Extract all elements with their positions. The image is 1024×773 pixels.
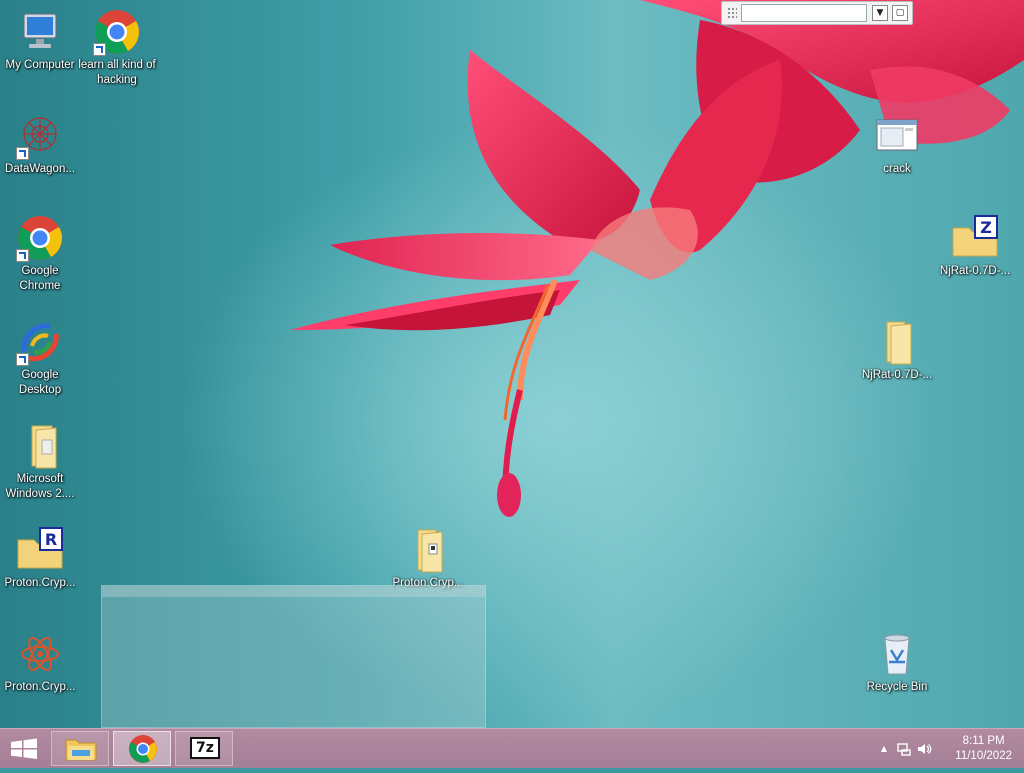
shortcut-arrow-icon <box>16 147 29 160</box>
desktop-icon-proton-crypter-folder[interactable]: Proton.Cryp... <box>388 526 468 591</box>
shortcut-arrow-icon <box>93 43 106 56</box>
desktop-icon-njrat-folder[interactable]: NjRat-0.7D-... <box>857 318 937 383</box>
desktop-icon-crack[interactable]: crack <box>857 112 937 177</box>
icon-label: DataWagon... <box>5 163 75 175</box>
shortcut-arrow-icon <box>16 249 29 262</box>
toolbar-address-input[interactable] <box>741 4 867 22</box>
folder-icon <box>31 425 57 469</box>
start-button[interactable] <box>0 729 48 769</box>
network-icon[interactable] <box>896 741 912 757</box>
desktop-icon-proton-crypter-rar[interactable]: R Proton.Cryp... <box>0 526 80 591</box>
translucent-window[interactable] <box>101 585 486 728</box>
speaker-icon <box>918 744 932 754</box>
icon-label: learn all kind of hacking <box>78 59 156 86</box>
icon-label: Recycle Bin <box>866 681 928 693</box>
clock-date: 11/10/2022 <box>955 750 1012 762</box>
taskbar-file-explorer[interactable] <box>51 731 109 766</box>
icon-label: Microsoft Windows 2.... <box>5 473 75 500</box>
folder-icon <box>65 739 97 761</box>
7zip-icon: 7z <box>190 737 220 759</box>
recycle-bin-icon <box>884 634 910 675</box>
speaker-icon[interactable] <box>916 741 932 757</box>
atom-icon <box>21 637 59 671</box>
chrome-icon <box>129 735 157 763</box>
desktop-icon-recycle-bin[interactable]: Recycle Bin <box>857 630 937 695</box>
taskbar-clock[interactable]: 8:11 PM 11/10/2022 <box>955 734 1012 764</box>
show-hidden-icons-chevron-icon[interactable]: ▲ <box>876 741 892 757</box>
system-tray: ▲ 8:11 PM 11/10/2022 <box>864 729 1024 769</box>
taskbar-7zip[interactable]: 7z <box>175 731 233 766</box>
taskbar: 7z ▲ 8:11 PM 11/10/2022 <box>0 728 1024 768</box>
folder-icon <box>886 321 912 365</box>
icon-label: NjRat-0.7D-... <box>939 265 1011 277</box>
floating-address-toolbar[interactable]: ▼ ▢ <box>721 1 913 25</box>
desktop-icon-njrat-zip[interactable]: Z NjRat-0.7D-... <box>935 214 1015 279</box>
desktop-icon-my-computer[interactable]: My Computer <box>0 8 80 73</box>
winrar-archive-icon: R <box>17 527 63 569</box>
icon-label: Proton.Cryp... <box>4 577 76 589</box>
desktop-icon-datawagon[interactable]: DataWagon... <box>0 112 80 177</box>
desktop-icon-google-chrome[interactable]: Google Chrome <box>0 214 80 294</box>
icon-label: My Computer <box>5 59 75 71</box>
svg-text:Z: Z <box>980 218 992 237</box>
clock-time: 8:11 PM <box>962 735 1005 747</box>
folder-icon <box>417 529 443 573</box>
shortcut-arrow-icon <box>16 353 29 366</box>
grip-handle-icon[interactable] <box>727 7 737 19</box>
zip-folder-icon: Z <box>952 215 998 257</box>
desktop-icon-microsoft-windows-folder[interactable]: Microsoft Windows 2.... <box>0 422 80 502</box>
icon-label: Google Desktop <box>18 369 62 396</box>
window-app-icon <box>876 119 918 151</box>
desktop-icon-learn-hacking[interactable]: learn all kind of hacking <box>77 8 157 88</box>
chevron-down-icon[interactable]: ▼ <box>872 5 888 21</box>
computer-icon <box>23 13 57 48</box>
network-icon <box>897 743 911 756</box>
7zip-icon-text: 7z <box>196 740 214 756</box>
desktop-icon-google-desktop[interactable]: Google Desktop <box>0 318 80 398</box>
icon-label: Proton.Cryp... <box>4 681 76 693</box>
window-restore-icon[interactable]: ▢ <box>892 5 908 21</box>
windows-logo-icon <box>11 738 37 759</box>
icon-label: Google Chrome <box>19 265 61 292</box>
desktop-icon-proton-crypter-app[interactable]: Proton.Cryp... <box>0 630 80 695</box>
icon-label: NjRat-0.7D-... <box>861 369 933 381</box>
icon-label: crack <box>883 163 911 175</box>
svg-text:R: R <box>45 530 57 549</box>
taskbar-chrome[interactable] <box>113 731 171 766</box>
translucent-window-titlebar[interactable] <box>102 586 485 597</box>
